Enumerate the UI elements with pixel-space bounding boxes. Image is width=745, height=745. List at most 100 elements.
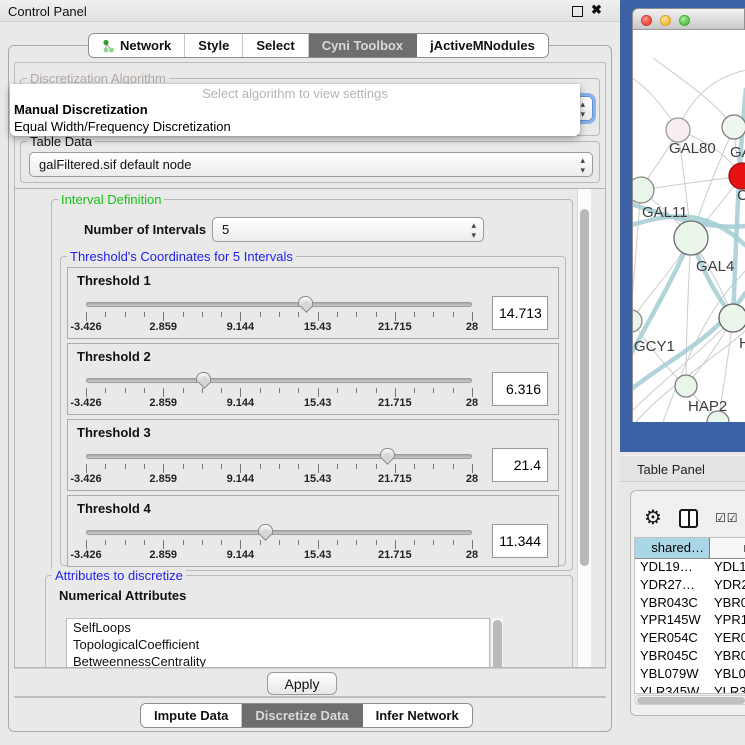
table-data-combobox[interactable]: galFiltered.sif default node ▴▾	[29, 152, 593, 177]
table-data-combobox-value: galFiltered.sif default node	[39, 157, 191, 172]
control-panel: Control Panel ✖ NetworkStyleSelectCyni T…	[0, 0, 620, 745]
node-label: GAL11	[642, 204, 688, 221]
table-toolbar: ⚙ ☑☑	[637, 503, 745, 533]
numerical-attributes-list[interactable]: SelfLoopsTopologicalCoefficientBetweenne…	[66, 618, 490, 668]
threshold-panel: Threshold 4 -3.4262.8599.14415.4321.7152…	[67, 495, 559, 567]
minimize-window-icon[interactable]	[660, 15, 671, 26]
threshold-value-field[interactable]: 11.344	[492, 524, 548, 558]
tab-style[interactable]: Style	[185, 34, 243, 57]
dropdown-placeholder: Select algorithm to view settings	[10, 84, 580, 101]
algorithm-dropdown-popup: Select algorithm to view settings Manual…	[10, 84, 580, 136]
network-node-ga[interactable]	[722, 115, 745, 139]
dropdown-option[interactable]: Manual Discretization	[10, 101, 580, 118]
network-node-gal80[interactable]	[666, 118, 690, 142]
network-view[interactable]: GAL80GACGAL11GAL4GCY1HHAP2	[632, 30, 745, 422]
numerical-attributes-label: Numerical Attributes	[59, 588, 186, 603]
settings-scroll-area: Interval Definition Number of Intervals …	[14, 188, 606, 668]
network-window-titlebar	[632, 8, 745, 30]
select-columns-icon[interactable]: ☑☑	[715, 511, 739, 525]
zoom-window-icon[interactable]	[679, 15, 690, 26]
threshold-value-field[interactable]: 21.4	[492, 448, 548, 482]
node-label: GA	[730, 144, 745, 161]
table-row[interactable]: YDL19…YDL1	[635, 559, 745, 577]
num-intervals-label: Number of Intervals	[84, 222, 206, 237]
network-icon	[102, 39, 115, 53]
table-row[interactable]: YBL079WYBL0	[635, 666, 745, 684]
slider-track[interactable]	[86, 454, 472, 459]
dropdown-option[interactable]: Equal Width/Frequency Discretization	[10, 118, 580, 135]
gear-icon[interactable]: ⚙	[644, 508, 662, 528]
network-node-gal4[interactable]	[674, 221, 708, 255]
combo-stepper-icon: ▴▾	[471, 220, 476, 240]
slider-track[interactable]	[86, 530, 472, 535]
tab-impute-data[interactable]: Impute Data	[141, 704, 242, 727]
table-panel-title: Table Panel	[637, 462, 705, 477]
threshold-panel: Threshold 1 -3.4262.8599.14415.4321.7152…	[67, 267, 559, 339]
network-graph: GAL80GACGAL11GAL4GCY1HHAP2	[633, 30, 745, 422]
slider-track[interactable]	[86, 378, 472, 383]
threshold-slider[interactable]: -3.4262.8599.14415.4321.71528	[80, 448, 478, 488]
threshold-slider[interactable]: -3.4262.8599.14415.4321.71528	[80, 296, 478, 336]
columns-icon[interactable]	[679, 509, 698, 528]
slider-track[interactable]	[86, 302, 472, 307]
threshold-slider[interactable]: -3.4262.8599.14415.4321.71528	[80, 372, 478, 412]
column-header-shared-name[interactable]: shared…	[635, 538, 710, 558]
network-node-gal11[interactable]	[633, 177, 654, 203]
attributes-group: Attributes to discretize Numerical Attri…	[45, 575, 573, 668]
float-panel-icon[interactable]	[572, 6, 583, 17]
network-node-c[interactable]	[729, 163, 745, 189]
table-row[interactable]: YDR27…YDR2	[635, 577, 745, 595]
table-horizontal-scrollbar[interactable]	[634, 695, 745, 705]
attribute-list-item[interactable]: TopologicalCoefficient	[67, 636, 489, 653]
apply-row: Apply	[14, 668, 606, 697]
num-intervals-value: 5	[222, 222, 229, 237]
tab-network[interactable]: Network	[89, 34, 185, 57]
close-window-icon[interactable]	[641, 15, 652, 26]
attribute-list-item[interactable]: BetweennessCentrality	[67, 653, 489, 668]
tab-select[interactable]: Select	[243, 34, 308, 57]
table-row[interactable]: YBR045CYBR0	[635, 648, 745, 666]
slider-ticks	[86, 540, 472, 549]
slider-ticks	[86, 464, 472, 473]
node-label: C	[737, 187, 745, 204]
slider-thumb[interactable]	[380, 448, 395, 459]
table-panel-titlebar: Table Panel	[620, 455, 745, 482]
table-row[interactable]: YLR345WYLR3	[635, 684, 745, 694]
tab-infer-network[interactable]: Infer Network	[363, 704, 472, 727]
threshold-slider[interactable]: -3.4262.8599.14415.4321.71528	[80, 524, 478, 564]
slider-thumb[interactable]	[196, 372, 211, 383]
tab-discretize-data[interactable]: Discretize Data	[242, 704, 362, 727]
table-data-group-title: Table Data	[27, 134, 95, 149]
attributes-scrollbar[interactable]	[490, 618, 503, 668]
slider-ticks	[86, 312, 472, 321]
apply-button[interactable]: Apply	[267, 672, 337, 695]
cyni-mode-tabs: Impute DataDiscretize DataInfer Network	[140, 703, 473, 728]
node-table[interactable]: shared… na YDL19…YDL1YDR27…YDR2YBR043CYB…	[634, 537, 745, 694]
tab-cyni-toolbox[interactable]: Cyni Toolbox	[309, 34, 417, 57]
threshold-panel: Threshold 2 -3.4262.8599.14415.4321.7152…	[67, 343, 559, 415]
node-label: H	[739, 335, 745, 352]
threshold-value-field[interactable]: 6.316	[492, 372, 548, 406]
table-panel: ⚙ ☑☑ shared… na YDL19…YDL1YDR27…YDR2YBR0…	[630, 490, 745, 716]
network-window: GAL80GACGAL11GAL4GCY1HHAP2	[632, 8, 745, 422]
threshold-label: Threshold 3	[77, 425, 151, 440]
slider-thumb[interactable]	[258, 524, 273, 535]
settings-scrollbar[interactable]	[577, 189, 591, 667]
table-row[interactable]: YER054CYER0	[635, 630, 745, 648]
threshold-value-field[interactable]: 14.713	[492, 296, 548, 330]
table-row[interactable]: YPR145WYPR1	[635, 612, 745, 630]
network-node-gcy1[interactable]	[633, 310, 642, 332]
attribute-list-item[interactable]: SelfLoops	[67, 619, 489, 636]
network-node-h[interactable]	[719, 304, 745, 332]
attributes-group-title: Attributes to discretize	[52, 568, 186, 583]
interval-definition-group: Interval Definition Number of Intervals …	[51, 199, 573, 571]
network-node-hap2[interactable]	[675, 375, 697, 397]
tab-jactivemnodules[interactable]: jActiveMNodules	[417, 34, 548, 57]
table-row[interactable]: YBR043CYBR0	[635, 595, 745, 613]
column-header-name[interactable]: na	[710, 538, 745, 558]
close-panel-icon[interactable]: ✖	[591, 2, 602, 18]
table-header-row: shared… na	[635, 538, 745, 559]
threshold-label: Threshold 2	[77, 349, 151, 364]
num-intervals-combobox[interactable]: 5 ▴▾	[212, 217, 484, 242]
slider-thumb[interactable]	[298, 296, 313, 307]
